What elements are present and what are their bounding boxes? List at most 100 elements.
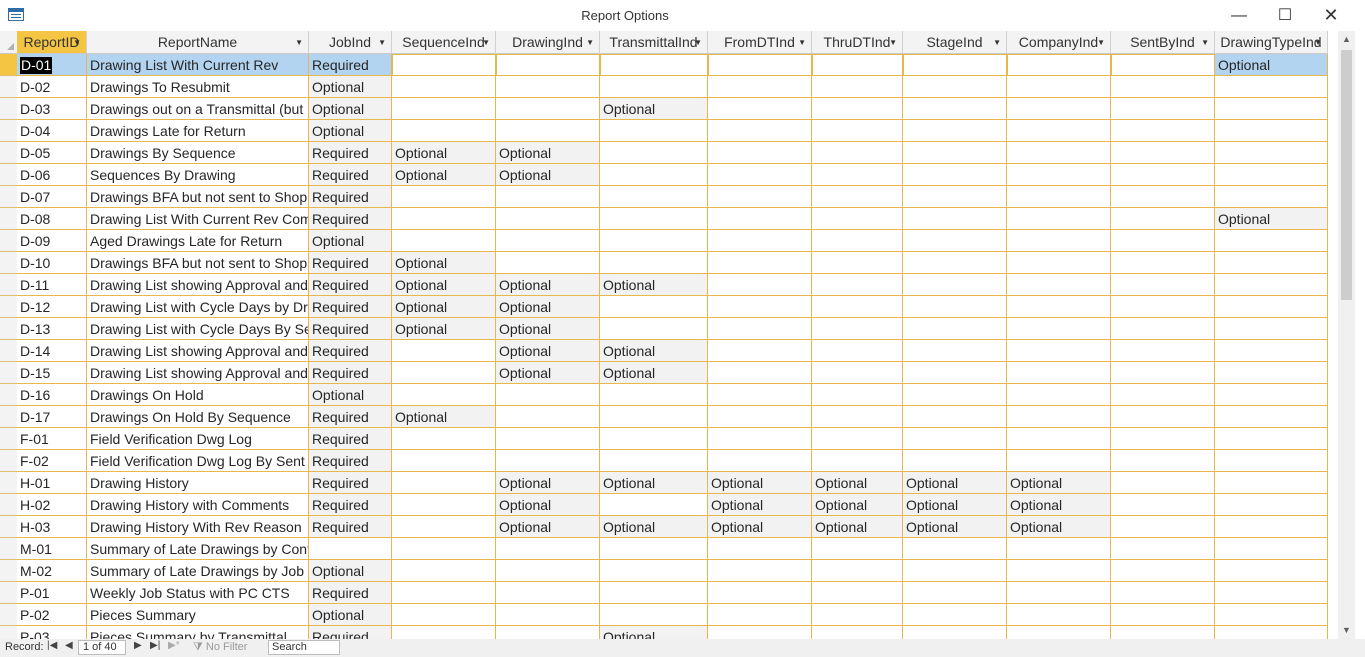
- cell-reportid[interactable]: D-09: [17, 230, 87, 252]
- cell-sequenceind[interactable]: [392, 516, 496, 538]
- cell-sequenceind[interactable]: [392, 538, 496, 560]
- cell-drawingind[interactable]: [496, 252, 600, 274]
- cell-drawingtypeind[interactable]: Optional: [1215, 54, 1328, 76]
- cell-transmittalind[interactable]: [600, 252, 708, 274]
- cell-sentbyind[interactable]: [1111, 472, 1215, 494]
- cell-thrudtind[interactable]: [812, 450, 903, 472]
- cell-reportid[interactable]: D-15: [17, 362, 87, 384]
- cell-drawingind[interactable]: [496, 98, 600, 120]
- cell-reportid[interactable]: D-08: [17, 208, 87, 230]
- cell-transmittalind[interactable]: [600, 604, 708, 626]
- cell-drawingtypeind[interactable]: [1215, 450, 1328, 472]
- cell-jobind[interactable]: Required: [309, 362, 392, 384]
- table-row[interactable]: D-15Drawing List showing Approval and Fi…: [17, 362, 1328, 384]
- cell-jobind[interactable]: Required: [309, 494, 392, 516]
- cell-drawingtypeind[interactable]: Optional: [1215, 208, 1328, 230]
- cell-drawingind[interactable]: [496, 406, 600, 428]
- record-selector[interactable]: [0, 252, 17, 274]
- table-row[interactable]: F-01 Field Verification Dwg Log Required: [17, 428, 1328, 450]
- cell-reportid[interactable]: D-14: [17, 340, 87, 362]
- cell-jobind[interactable]: Required: [309, 54, 392, 76]
- cell-transmittalind[interactable]: [600, 230, 708, 252]
- close-button[interactable]: ✕: [1308, 0, 1354, 31]
- cell-reportname[interactable]: Field Verification Dwg Log By Sent Date: [87, 450, 309, 472]
- cell-drawingtypeind[interactable]: [1215, 252, 1328, 274]
- cell-transmittalind[interactable]: [600, 142, 708, 164]
- cell-drawingtypeind[interactable]: [1215, 582, 1328, 604]
- sort-filter-dropdown-icon[interactable]: ▼: [1201, 31, 1209, 54]
- cell-drawingind[interactable]: [496, 428, 600, 450]
- cell-stageind[interactable]: [903, 208, 1007, 230]
- cell-fromdtind[interactable]: [708, 252, 812, 274]
- cell-companyind[interactable]: [1007, 142, 1111, 164]
- cell-reportid[interactable]: P-02: [17, 604, 87, 626]
- cell-sequenceind[interactable]: [392, 98, 496, 120]
- cell-fromdtind[interactable]: [708, 54, 812, 76]
- table-row[interactable]: D-13Drawing List with Cycle Days By Sequ…: [17, 318, 1328, 340]
- scroll-up-icon[interactable]: ▲: [1338, 31, 1355, 48]
- table-row[interactable]: D-14Drawing List showing Approval and Sh…: [17, 340, 1328, 362]
- cell-jobind[interactable]: Required: [309, 164, 392, 186]
- cell-reportname[interactable]: Field Verification Dwg Log: [87, 428, 309, 450]
- cell-reportname[interactable]: Drawing List with Cycle Days by Drawing: [87, 296, 309, 318]
- cell-drawingtypeind[interactable]: [1215, 186, 1328, 208]
- record-selector[interactable]: [0, 472, 17, 494]
- sort-filter-dropdown-icon[interactable]: ▼: [586, 31, 594, 54]
- cell-stageind[interactable]: [903, 538, 1007, 560]
- cell-transmittalind[interactable]: [600, 54, 708, 76]
- table-row[interactable]: D-03Drawings out on a Transmittal (but n…: [17, 98, 1328, 120]
- cell-fromdtind[interactable]: [708, 142, 812, 164]
- cell-fromdtind[interactable]: Optional: [708, 494, 812, 516]
- cell-companyind[interactable]: [1007, 252, 1111, 274]
- cell-stageind[interactable]: [903, 406, 1007, 428]
- cell-drawingind[interactable]: [496, 208, 600, 230]
- record-selector[interactable]: [0, 406, 17, 428]
- table-row[interactable]: D-11Drawing List showing Approval and Sh…: [17, 274, 1328, 296]
- cell-jobind[interactable]: Optional: [309, 604, 392, 626]
- cell-reportname[interactable]: Drawing History with Comments: [87, 494, 309, 516]
- cell-stageind[interactable]: Optional: [903, 472, 1007, 494]
- cell-thrudtind[interactable]: [812, 186, 903, 208]
- next-record-icon[interactable]: ▶: [134, 640, 142, 651]
- table-row[interactable]: F-02Field Verification Dwg Log By Sent D…: [17, 450, 1328, 472]
- table-row[interactable]: D-09 Aged Drawings Late for Return Optiona…: [17, 230, 1328, 252]
- cell-drawingind[interactable]: Optional: [496, 494, 600, 516]
- cell-sequenceind[interactable]: [392, 450, 496, 472]
- record-selector[interactable]: [0, 538, 17, 560]
- cell-fromdtind[interactable]: [708, 362, 812, 384]
- cell-thrudtind[interactable]: [812, 626, 903, 639]
- cell-stageind[interactable]: [903, 164, 1007, 186]
- cell-jobind[interactable]: Required: [309, 208, 392, 230]
- cell-jobind[interactable]: Required: [309, 472, 392, 494]
- cell-stageind[interactable]: [903, 450, 1007, 472]
- cell-companyind[interactable]: [1007, 54, 1111, 76]
- table-row[interactable]: D-10Drawings BFA but not sent to Shop or…: [17, 252, 1328, 274]
- cell-sentbyind[interactable]: [1111, 186, 1215, 208]
- cell-sentbyind[interactable]: [1111, 450, 1215, 472]
- cell-transmittalind[interactable]: [600, 164, 708, 186]
- new-record-icon[interactable]: ▶*: [168, 640, 180, 651]
- cell-reportname[interactable]: Pieces Summary: [87, 604, 309, 626]
- table-row[interactable]: D-08Drawing List With Current Rev Commen…: [17, 208, 1328, 230]
- cell-fromdtind[interactable]: [708, 582, 812, 604]
- cell-reportid[interactable]: D-10: [17, 252, 87, 274]
- cell-jobind[interactable]: Required: [309, 428, 392, 450]
- cell-transmittalind[interactable]: Optional: [600, 472, 708, 494]
- cell-sequenceind[interactable]: [392, 340, 496, 362]
- column-header-companyind[interactable]: CompanyInd ▼: [1007, 31, 1111, 54]
- cell-companyind[interactable]: [1007, 186, 1111, 208]
- cell-drawingtypeind[interactable]: [1215, 516, 1328, 538]
- cell-thrudtind[interactable]: [812, 538, 903, 560]
- cell-drawingtypeind[interactable]: [1215, 274, 1328, 296]
- cell-reportid[interactable]: D-13: [17, 318, 87, 340]
- cell-sentbyind[interactable]: [1111, 296, 1215, 318]
- cell-reportname[interactable]: Drawing List With Current Rev: [87, 54, 309, 76]
- record-selector[interactable]: [0, 98, 17, 120]
- cell-stageind[interactable]: [903, 54, 1007, 76]
- cell-drawingind[interactable]: Optional: [496, 516, 600, 538]
- record-selector[interactable]: [0, 208, 17, 230]
- table-row[interactable]: M-01 Summary of Late Drawings by Contact: [17, 538, 1328, 560]
- cell-drawingind[interactable]: Optional: [496, 472, 600, 494]
- cell-sentbyind[interactable]: [1111, 362, 1215, 384]
- record-selector[interactable]: [0, 120, 17, 142]
